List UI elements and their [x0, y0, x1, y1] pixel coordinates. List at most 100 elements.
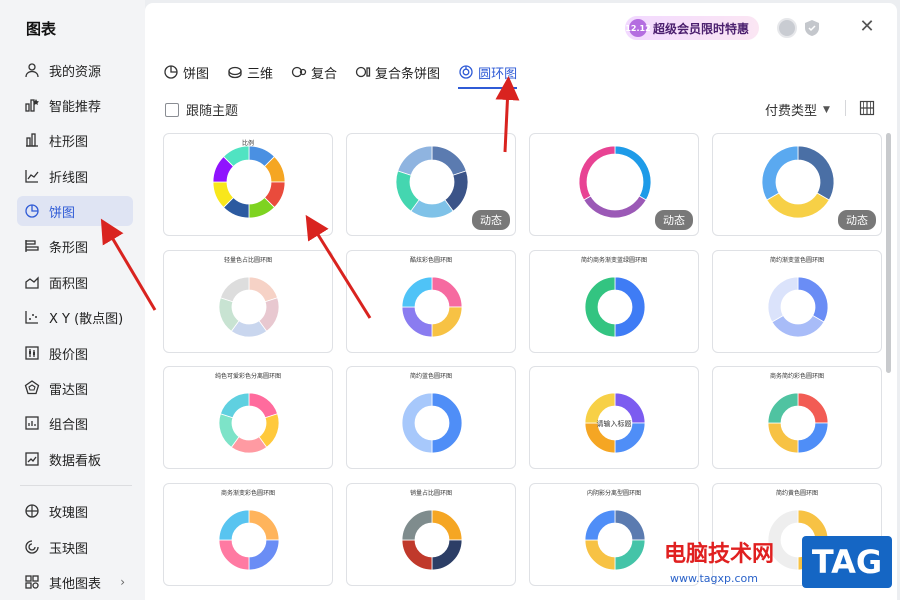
watermark: 电脑技术网 www.tagxp.com — [664, 536, 774, 585]
template-grid: 比例动态 动态 动态轻量色占比圆环图 酷炫彩色圆环图 简约商务渐变蓝绿圆环图 简约渐变蓝色… — [163, 133, 883, 600]
donut-thumbnail — [401, 509, 463, 571]
sidebar-item-bar-chart[interactable]: 柱形图 — [17, 125, 133, 155]
tab-label: 复合条饼图 — [375, 66, 441, 82]
pie-chart-icon — [23, 202, 41, 220]
scatter-icon — [23, 308, 41, 326]
donut-segment — [797, 422, 829, 454]
sidebar-item-my-resources[interactable]: 我的资源 — [17, 55, 133, 85]
donut-segment — [431, 392, 463, 454]
sidebar-item-dashboard[interactable]: 数据看板 — [17, 444, 133, 474]
bar-of-pie-icon — [355, 64, 371, 80]
template-card-title: 简约黄色圆环图 — [775, 490, 818, 497]
donut-segment — [401, 392, 433, 454]
template-card-title: 纯色可爱彩色分离圆环图 — [214, 373, 281, 380]
sidebar-item-combo-chart[interactable]: 组合图 — [17, 408, 133, 438]
template-card[interactable]: 动态 — [529, 133, 699, 236]
donut-thumbnail — [218, 392, 280, 454]
donut-segment — [431, 306, 463, 338]
smart-recommend-icon — [23, 96, 41, 114]
dynamic-badge: 动态 — [838, 210, 876, 230]
other-chart-icon — [23, 573, 41, 591]
donut-segment — [219, 276, 250, 303]
donut-segment — [771, 314, 825, 338]
sidebar-divider — [20, 485, 132, 486]
line-chart-icon — [23, 167, 41, 185]
sidebar-item-label: X Y (散点图) — [49, 311, 124, 327]
sidebar-item-label: 数据看板 — [49, 453, 102, 469]
donut-segment — [614, 276, 646, 338]
donut-segment — [248, 509, 280, 541]
top-bar: 12.12 超级会员限时特惠 ✕ — [145, 3, 897, 51]
sidebar-item-jade-ring[interactable]: 玉玦图 — [17, 532, 133, 562]
template-card[interactable]: 动态 — [346, 133, 516, 236]
donut-thumbnail — [212, 145, 286, 219]
bar-chart-icon — [23, 131, 41, 149]
template-card[interactable]: 销量占比圆环图 — [346, 483, 516, 586]
template-card-title: 销量占比圆环图 — [409, 490, 452, 497]
avatar[interactable] — [777, 18, 797, 38]
tab-compound[interactable]: 复合 — [291, 59, 337, 85]
grid-view-icon[interactable] — [859, 100, 875, 116]
template-card[interactable]: 简约商务渐变蓝绿圆环图 — [529, 250, 699, 353]
sidebar-item-label: 股价图 — [49, 347, 89, 363]
sidebar-item-label: 条形图 — [49, 240, 89, 256]
template-card[interactable]: 酷炫彩色圆环图 — [346, 250, 516, 353]
template-card[interactable]: 纯色可爱彩色分离圆环图 — [163, 366, 333, 469]
sidebar-item-label: 雷达图 — [49, 382, 89, 398]
tab-pie[interactable]: 饼图 — [163, 59, 209, 85]
vip-icon: 12.12 — [625, 19, 651, 37]
template-card[interactable]: 内阴影分离型圆环图 — [529, 483, 699, 586]
sidebar-item-rose-chart[interactable]: 玫瑰图 — [17, 496, 133, 526]
template-card-title: 简约渐变蓝色圆环图 — [769, 257, 824, 264]
app-title: 图表 — [26, 20, 57, 38]
template-card[interactable]: 商务渐变彩色圆环图 — [163, 483, 333, 586]
tab-bar-of-pie[interactable]: 复合条饼图 — [355, 59, 440, 85]
tab-label: 饼图 — [183, 66, 210, 82]
template-card-title: 轻量色占比圆环图 — [223, 257, 272, 264]
template-card[interactable]: 动态 — [712, 133, 882, 236]
user-icon — [23, 61, 41, 79]
donut-segment — [395, 170, 420, 212]
sidebar-item-other-charts[interactable]: 其他图表 › — [17, 567, 133, 597]
tab-donut[interactable]: 圆环图 — [458, 59, 518, 89]
sidebar-item-area-chart[interactable]: 面积图 — [17, 267, 133, 297]
donut-thumbnail — [767, 276, 829, 338]
template-card[interactable]: 商务简约彩色圆环图 — [712, 366, 882, 469]
template-card[interactable]: 简约蓝色圆环图 — [346, 366, 516, 469]
donut-segment — [766, 192, 830, 219]
close-button[interactable]: ✕ — [857, 17, 877, 37]
dynamic-badge: 动态 — [472, 210, 510, 230]
template-card[interactable]: 比例 — [163, 133, 333, 236]
radar-chart-icon — [23, 379, 41, 397]
sidebar-item-stock-chart[interactable]: 股价图 — [17, 338, 133, 368]
tab-3d[interactable]: 三维 — [227, 59, 273, 85]
tab-label: 圆环图 — [478, 66, 518, 82]
paid-type-dropdown[interactable]: 付费类型 ▼ — [765, 100, 830, 119]
sidebar-item-horizontal-bar[interactable]: 条形图 — [17, 231, 133, 261]
watermark-tag-logo: TAG — [802, 536, 892, 588]
donut-icon — [458, 64, 474, 80]
shield-icon[interactable] — [803, 19, 821, 37]
template-card[interactable]: 请输入标题 — [529, 366, 699, 469]
donut-thumbnail — [218, 276, 280, 338]
donut-segment — [397, 145, 433, 176]
template-card[interactable]: 轻量色占比圆环图 — [163, 250, 333, 353]
dynamic-badge: 动态 — [655, 210, 693, 230]
sidebar-item-pie-chart[interactable]: 饼图 — [17, 196, 133, 226]
sidebar-item-scatter[interactable]: X Y (散点图) — [17, 302, 133, 332]
toolbar-divider — [845, 100, 846, 116]
sidebar-item-radar-chart[interactable]: 雷达图 — [17, 373, 133, 403]
sidebar-item-label: 玉玦图 — [49, 541, 89, 557]
template-card-title: 简约商务渐变蓝绿圆环图 — [580, 257, 647, 264]
checkbox-box[interactable] — [165, 102, 179, 117]
donut-segment — [248, 276, 279, 303]
sidebar-item-line-chart[interactable]: 折线图 — [17, 161, 133, 191]
sidebar-item-smart-recommend[interactable]: 智能推荐 — [17, 90, 133, 120]
template-card[interactable]: 简约渐变蓝色圆环图 — [712, 250, 882, 353]
template-card-title: 内阴影分离型圆环图 — [586, 490, 641, 497]
follow-theme-checkbox[interactable]: 跟随主题 — [165, 100, 238, 119]
chart-subtype-tabs: 饼图 三维 复合 复合条饼图 圆环图 — [163, 59, 535, 89]
scrollbar[interactable] — [886, 133, 891, 373]
vip-promo-button[interactable]: 12.12 超级会员限时特惠 — [625, 16, 760, 40]
sidebar-item-label: 柱形图 — [49, 134, 89, 150]
